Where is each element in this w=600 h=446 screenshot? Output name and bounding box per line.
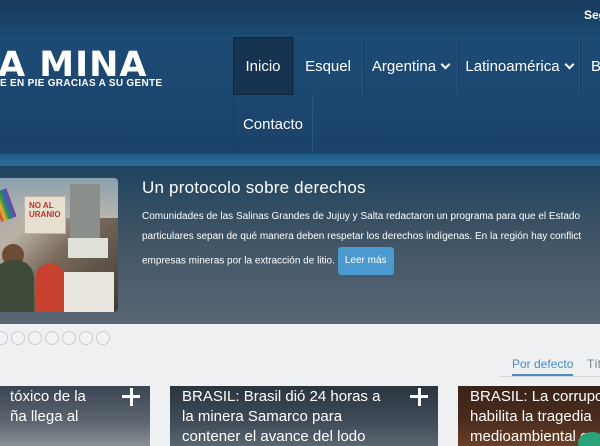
social-link[interactable]: Seguinos [584,8,600,22]
nav-item-label: Argentina [371,57,437,75]
site-logo-tagline: E EN PIE GRACIAS A SU GENTE [0,78,163,89]
slide-summary-line: empresas mineras por la extracción de li… [142,247,600,275]
sort-title-tab[interactable]: Títu [587,357,600,371]
nav-item-argentina[interactable]: Argentina [363,37,458,95]
article-title-line: BRASIL: Brasil dió 24 horas a [182,388,381,405]
header-divider [0,154,600,166]
article-title-line: ña llega al [10,408,79,425]
nav-item-label: B [591,57,600,75]
article-card-title: BRASIL: Brasil dió 24 horas a la minera … [182,387,380,446]
nav-item-contacto[interactable]: Contacto [233,95,313,153]
slide-summary: Comunidades de las Salinas Grandes de Ju… [142,207,600,275]
slider-dot[interactable] [96,331,110,345]
nav-item-label: Latinoamérica [465,57,560,75]
article-title-line: habilita la tragedia [470,408,592,425]
sort-divider [500,376,600,377]
article-title-line: tóxico de la [10,388,86,405]
slider-pagination [0,331,110,345]
slider-dot[interactable] [0,331,8,345]
article-card[interactable]: BRASIL: La corrupc habilita la tragedia … [458,386,600,446]
nav-item-label: Esquel [305,57,351,75]
sort-default-tab[interactable]: Por defecto [512,357,574,376]
plus-icon[interactable] [410,388,428,406]
nav-item-esquel[interactable]: Esquel [293,37,363,95]
protest-banner: NO AL URANIO [24,196,66,234]
slider-dot[interactable] [28,331,42,345]
article-title-line: la minera Samarco para [182,408,343,425]
slider-dot[interactable] [45,331,59,345]
article-card-title: tóxico de la ña llega al [10,387,86,427]
top-bar: Seguinos [0,0,600,36]
slider-dot[interactable] [62,331,76,345]
chat-bubble-icon[interactable] [578,432,600,446]
article-title-line: contener el avance del lodo [182,428,366,445]
slide-summary-line: Comunidades de las Salinas Grandes de Ju… [142,211,581,222]
chevron-down-icon [564,59,575,69]
slide-summary-line-text: empresas mineras por la extracción de li… [142,255,335,267]
slide-title[interactable]: Un protocolo sobre derechos [142,178,366,198]
plus-icon[interactable] [122,388,140,406]
chevron-down-icon [440,59,451,69]
nav-item-inicio[interactable]: Inicio [233,37,293,95]
nav-item-latinoamerica[interactable]: Latinoamérica [458,37,580,95]
read-more-button[interactable]: Leer más [337,247,394,275]
slider-dot[interactable] [11,331,25,345]
slide-image[interactable]: NO AL URANIO [0,178,118,312]
article-card[interactable]: BRASIL: Brasil dió 24 horas a la minera … [170,386,438,446]
banner-text: NO AL URANIO [29,201,61,219]
article-card[interactable]: tóxico de la ña llega al [0,386,150,446]
article-title-line: BRASIL: La corrupc [470,388,600,405]
nav-item-label: Contacto [242,115,304,133]
nav-item-label: Inicio [245,57,281,75]
slide-summary-line: particulares sepan de qué manera deben r… [142,231,582,242]
nav-item-more[interactable]: B [580,37,600,95]
slider-dot[interactable] [79,331,93,345]
